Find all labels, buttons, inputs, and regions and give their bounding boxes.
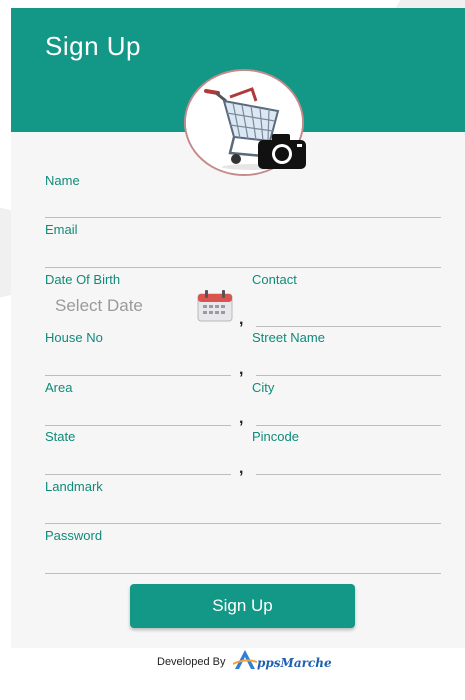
pincode-label: Pincode: [252, 429, 299, 444]
landmark-input[interactable]: [45, 498, 445, 524]
name-underline: [45, 217, 441, 218]
area-underline: [45, 425, 231, 426]
pincode-underline: [256, 474, 441, 475]
name-label: Name: [45, 173, 80, 188]
email-underline: [45, 267, 441, 268]
developed-by-text: Developed By: [157, 656, 226, 668]
password-label: Password: [45, 528, 103, 543]
brand-name: ppsMarche: [257, 656, 332, 670]
state-input[interactable]: [45, 449, 235, 475]
landmark-label: Landmark: [45, 479, 103, 494]
signup-button[interactable]: Sign Up: [130, 584, 355, 628]
street-input[interactable]: [256, 350, 444, 376]
separator-comma: ,: [239, 460, 244, 477]
pincode-input[interactable]: [256, 449, 444, 475]
password-underline: [45, 573, 441, 574]
street-label: Street Name: [252, 330, 325, 345]
separator-comma: ,: [239, 410, 244, 427]
city-input[interactable]: [256, 400, 444, 426]
state-underline: [45, 474, 231, 475]
appsmarche-logo-icon: [233, 650, 257, 669]
contact-input[interactable]: [256, 300, 444, 326]
dob-label: Date Of Birth: [45, 272, 121, 287]
city-underline: [256, 425, 441, 426]
contact-underline: [256, 326, 441, 327]
contact-label: Contact: [252, 272, 297, 287]
landmark-underline: [45, 523, 441, 524]
email-label: Email: [45, 222, 78, 237]
separator-comma: ,: [239, 361, 244, 378]
street-underline: [256, 375, 441, 376]
state-label: State: [45, 429, 76, 444]
separator-comma: ,: [239, 311, 244, 328]
name-input[interactable]: [45, 192, 445, 218]
password-input[interactable]: [45, 547, 445, 573]
date-placeholder: Select Date: [55, 296, 143, 315]
area-label: Area: [45, 380, 73, 395]
city-label: City: [252, 380, 275, 395]
date-picker[interactable]: Select Date: [45, 290, 235, 324]
page-title: Sign Up: [45, 31, 141, 61]
email-input[interactable]: [45, 241, 445, 267]
camera-icon[interactable]: [258, 133, 306, 169]
area-input[interactable]: [45, 400, 235, 426]
calendar-icon[interactable]: [197, 290, 233, 322]
house-label: House No: [45, 330, 103, 345]
house-input[interactable]: [45, 350, 235, 376]
house-underline: [45, 375, 231, 376]
